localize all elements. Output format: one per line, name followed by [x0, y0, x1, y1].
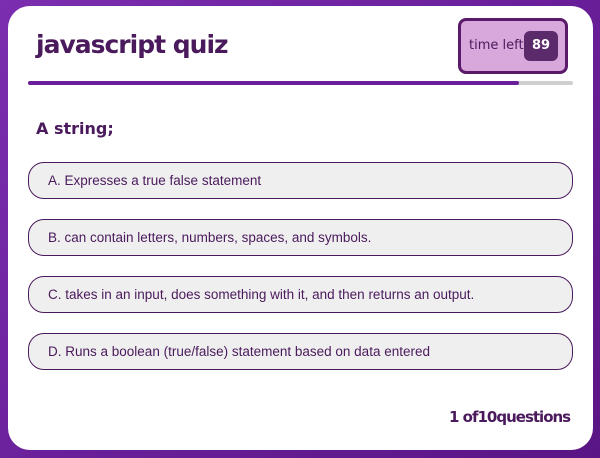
answer-option-a[interactable]: A. Expresses a true false statement — [28, 162, 573, 199]
answer-option-d[interactable]: D. Runs a boolean (true/false) statement… — [28, 333, 573, 370]
timer-value: 89 — [524, 31, 558, 61]
question-counter: 1 of10questions — [449, 408, 571, 426]
question-text: A string; — [36, 119, 114, 138]
timer-label: time left — [469, 38, 524, 53]
progress-fill — [28, 81, 519, 85]
quiz-title: javascript quiz — [36, 30, 229, 59]
answer-option-c[interactable]: C. takes in an input, does something wit… — [28, 276, 573, 313]
progress-bar — [28, 81, 573, 85]
timer-box: time left 89 — [458, 18, 568, 74]
answer-option-b[interactable]: B. can contain letters, numbers, spaces,… — [28, 219, 573, 256]
